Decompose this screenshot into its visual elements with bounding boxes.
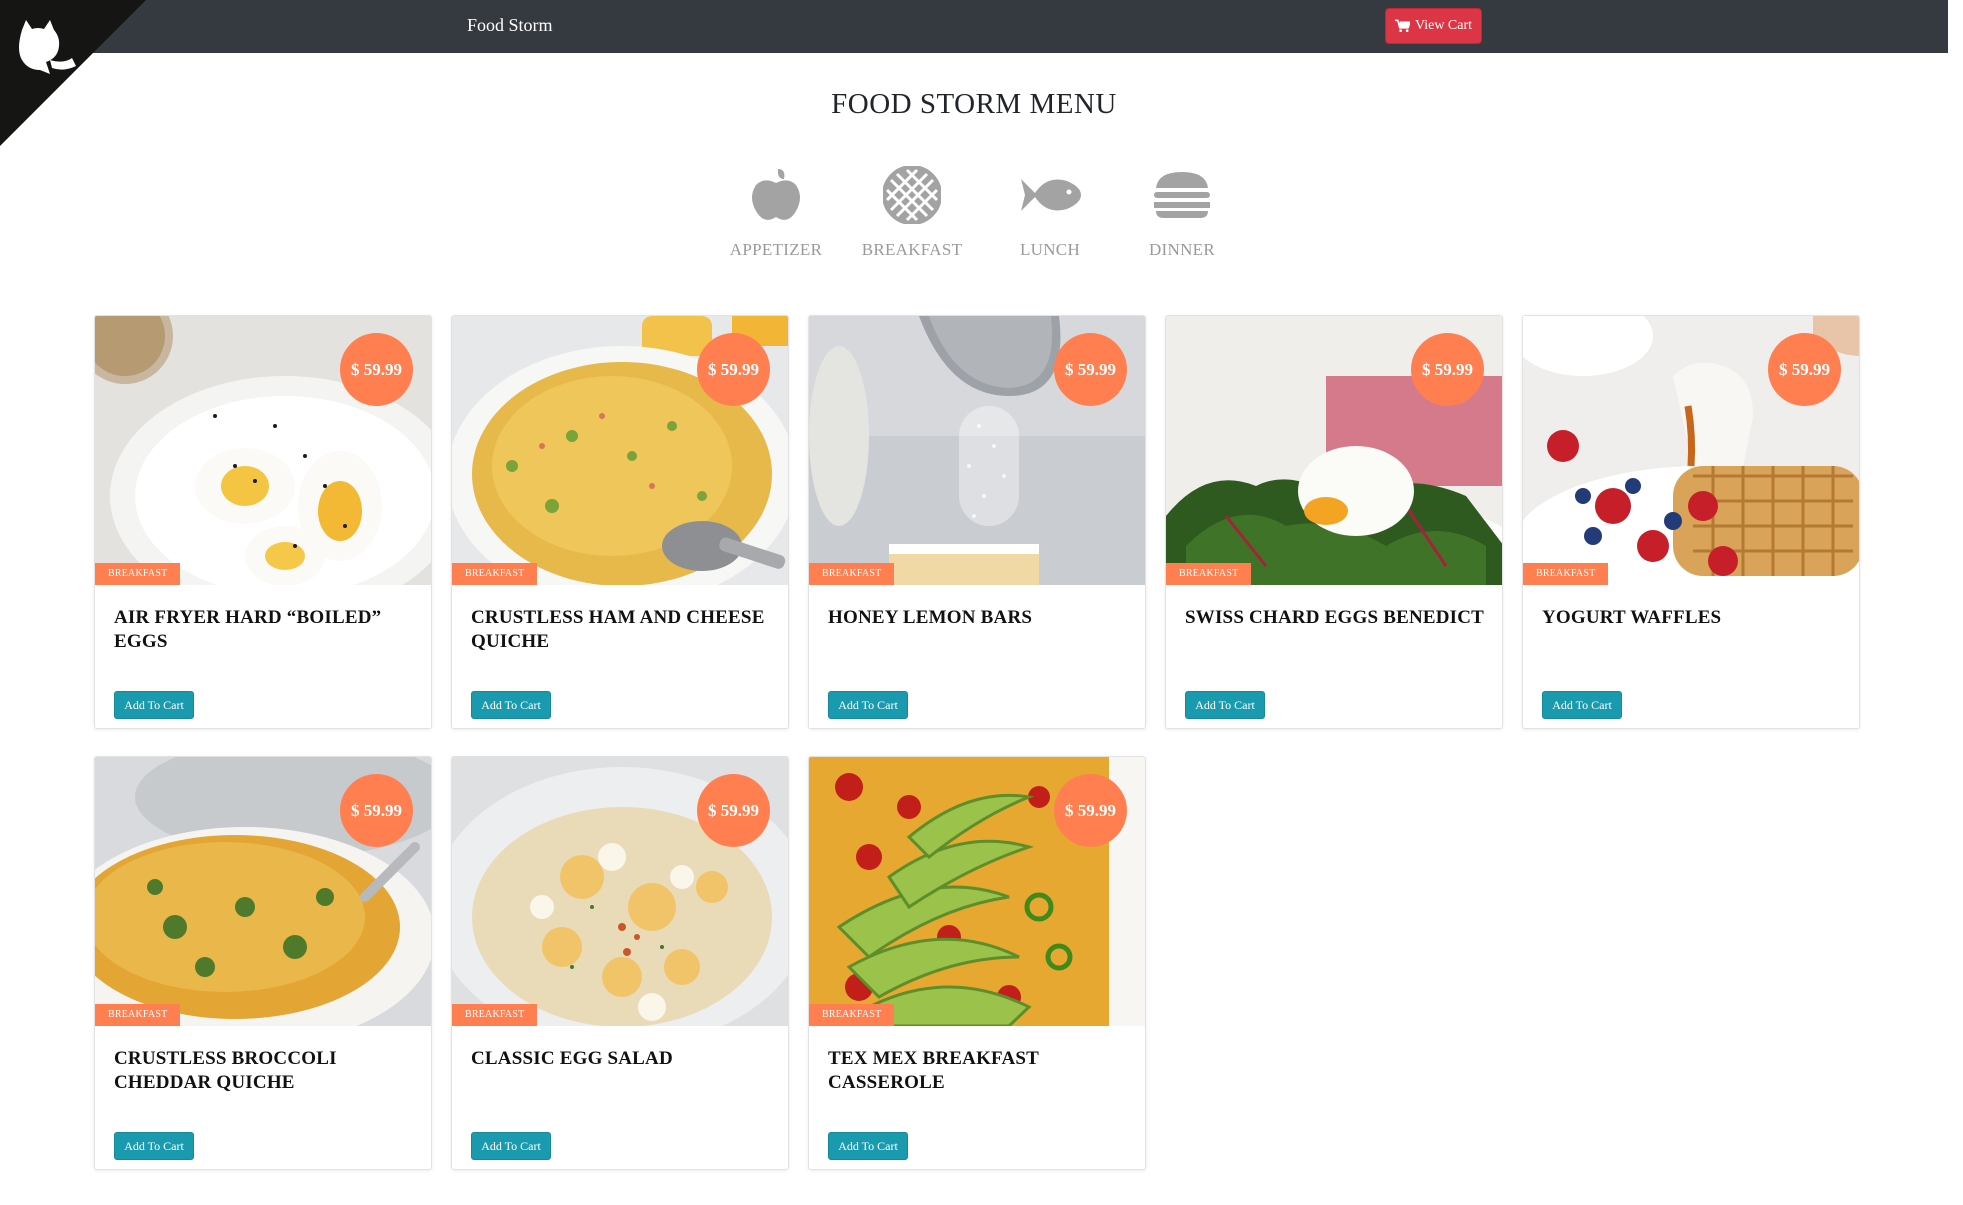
item-title: CRUSTLESS HAM AND CHEESE QUICHE — [471, 607, 765, 652]
brand-link[interactable]: Food Storm — [467, 15, 553, 36]
price-badge: $ 59.99 — [1054, 774, 1127, 847]
pie-icon — [883, 166, 941, 224]
apple-icon — [752, 169, 800, 220]
fish-icon — [1021, 179, 1081, 211]
price-badge: $ 59.99 — [340, 774, 413, 847]
menu-item-card: $ 59.99 BREAKFAST HONEY LEMON BARS Add T… — [808, 315, 1146, 729]
item-title: HONEY LEMON BARS — [828, 607, 1033, 628]
price-badge: $ 59.99 — [1054, 333, 1127, 406]
add-to-cart-button[interactable]: Add To Cart — [114, 1132, 194, 1160]
category-tag: BREAKFAST — [452, 563, 538, 585]
category-tag: BREAKFAST — [452, 1004, 538, 1026]
menu-item-card: $ 59.99 BREAKFAST YOGURT WAFFLES Add To … — [1522, 315, 1860, 729]
category-tag: BREAKFAST — [1523, 563, 1609, 585]
category-dinner[interactable]: DINNER — [1122, 164, 1242, 260]
page-title: FOOD STORM MENU — [831, 88, 1117, 120]
item-title: AIR FRYER HARD “BOILED” EGGS — [114, 607, 382, 652]
price-badge: $ 59.99 — [340, 333, 413, 406]
add-to-cart-button[interactable]: Add To Cart — [471, 1132, 551, 1160]
menu-item-card: $ 59.99 BREAKFAST CLASSIC EGG SALAD Add … — [451, 756, 789, 1170]
category-breakfast[interactable]: BREAKFAST — [852, 164, 972, 260]
add-to-cart-button[interactable]: Add To Cart — [1185, 691, 1265, 719]
item-title: TEX MEX BREAKFAST CASSEROLE — [828, 1048, 1039, 1093]
burger-icon — [1154, 172, 1210, 218]
category-tag: BREAKFAST — [95, 1004, 181, 1026]
menu-item-card: $ 59.99 BREAKFAST TEX MEX BREAKFAST CASS… — [808, 756, 1146, 1170]
category-lunch[interactable]: LUNCH — [990, 164, 1110, 260]
price-badge: $ 59.99 — [1411, 333, 1484, 406]
category-tag: BREAKFAST — [809, 1004, 895, 1026]
menu-item-card: $ 59.99 BREAKFAST CRUSTLESS HAM AND CHEE… — [451, 315, 789, 729]
price-badge: $ 59.99 — [697, 774, 770, 847]
category-label: LUNCH — [1019, 240, 1081, 259]
item-title: CRUSTLESS BROCCOLI CHEDDAR QUICHE — [114, 1048, 337, 1093]
menu-item-card: $ 59.99 BREAKFAST AIR FRYER HARD “BOILED… — [94, 315, 432, 729]
category-tag: BREAKFAST — [95, 563, 181, 585]
item-title: YOGURT WAFFLES — [1542, 607, 1722, 628]
menu-item-card: $ 59.99 BREAKFAST CRUSTLESS BROCCOLI CHE… — [94, 756, 432, 1170]
category-tag: BREAKFAST — [1166, 563, 1252, 585]
item-title: SWISS CHARD EGGS BENEDICT — [1185, 607, 1485, 628]
menu-item-card: $ 59.99 BREAKFAST SWISS CHARD EGGS BENED… — [1165, 315, 1503, 729]
category-tag: BREAKFAST — [809, 563, 895, 585]
top-navbar: Food Storm View Cart — [0, 0, 1948, 53]
add-to-cart-button[interactable]: Add To Cart — [471, 691, 551, 719]
category-label: BREAKFAST — [861, 240, 963, 259]
view-cart-label: View Cart — [1414, 18, 1473, 33]
add-to-cart-button[interactable]: Add To Cart — [114, 691, 194, 719]
github-corner-icon[interactable] — [0, 0, 146, 146]
price-badge: $ 59.99 — [697, 333, 770, 406]
category-label: APPETIZER — [729, 240, 823, 259]
shopping-cart-icon — [1394, 19, 1410, 32]
add-to-cart-button[interactable]: Add To Cart — [1542, 691, 1622, 719]
category-label: DINNER — [1148, 240, 1215, 259]
price-badge: $ 59.99 — [1768, 333, 1841, 406]
item-title: CLASSIC EGG SALAD — [471, 1048, 673, 1069]
view-cart-button[interactable]: View Cart — [1385, 8, 1482, 44]
add-to-cart-button[interactable]: Add To Cart — [828, 691, 908, 719]
category-appetizer[interactable]: APPETIZER — [716, 164, 836, 260]
add-to-cart-button[interactable]: Add To Cart — [828, 1132, 908, 1160]
